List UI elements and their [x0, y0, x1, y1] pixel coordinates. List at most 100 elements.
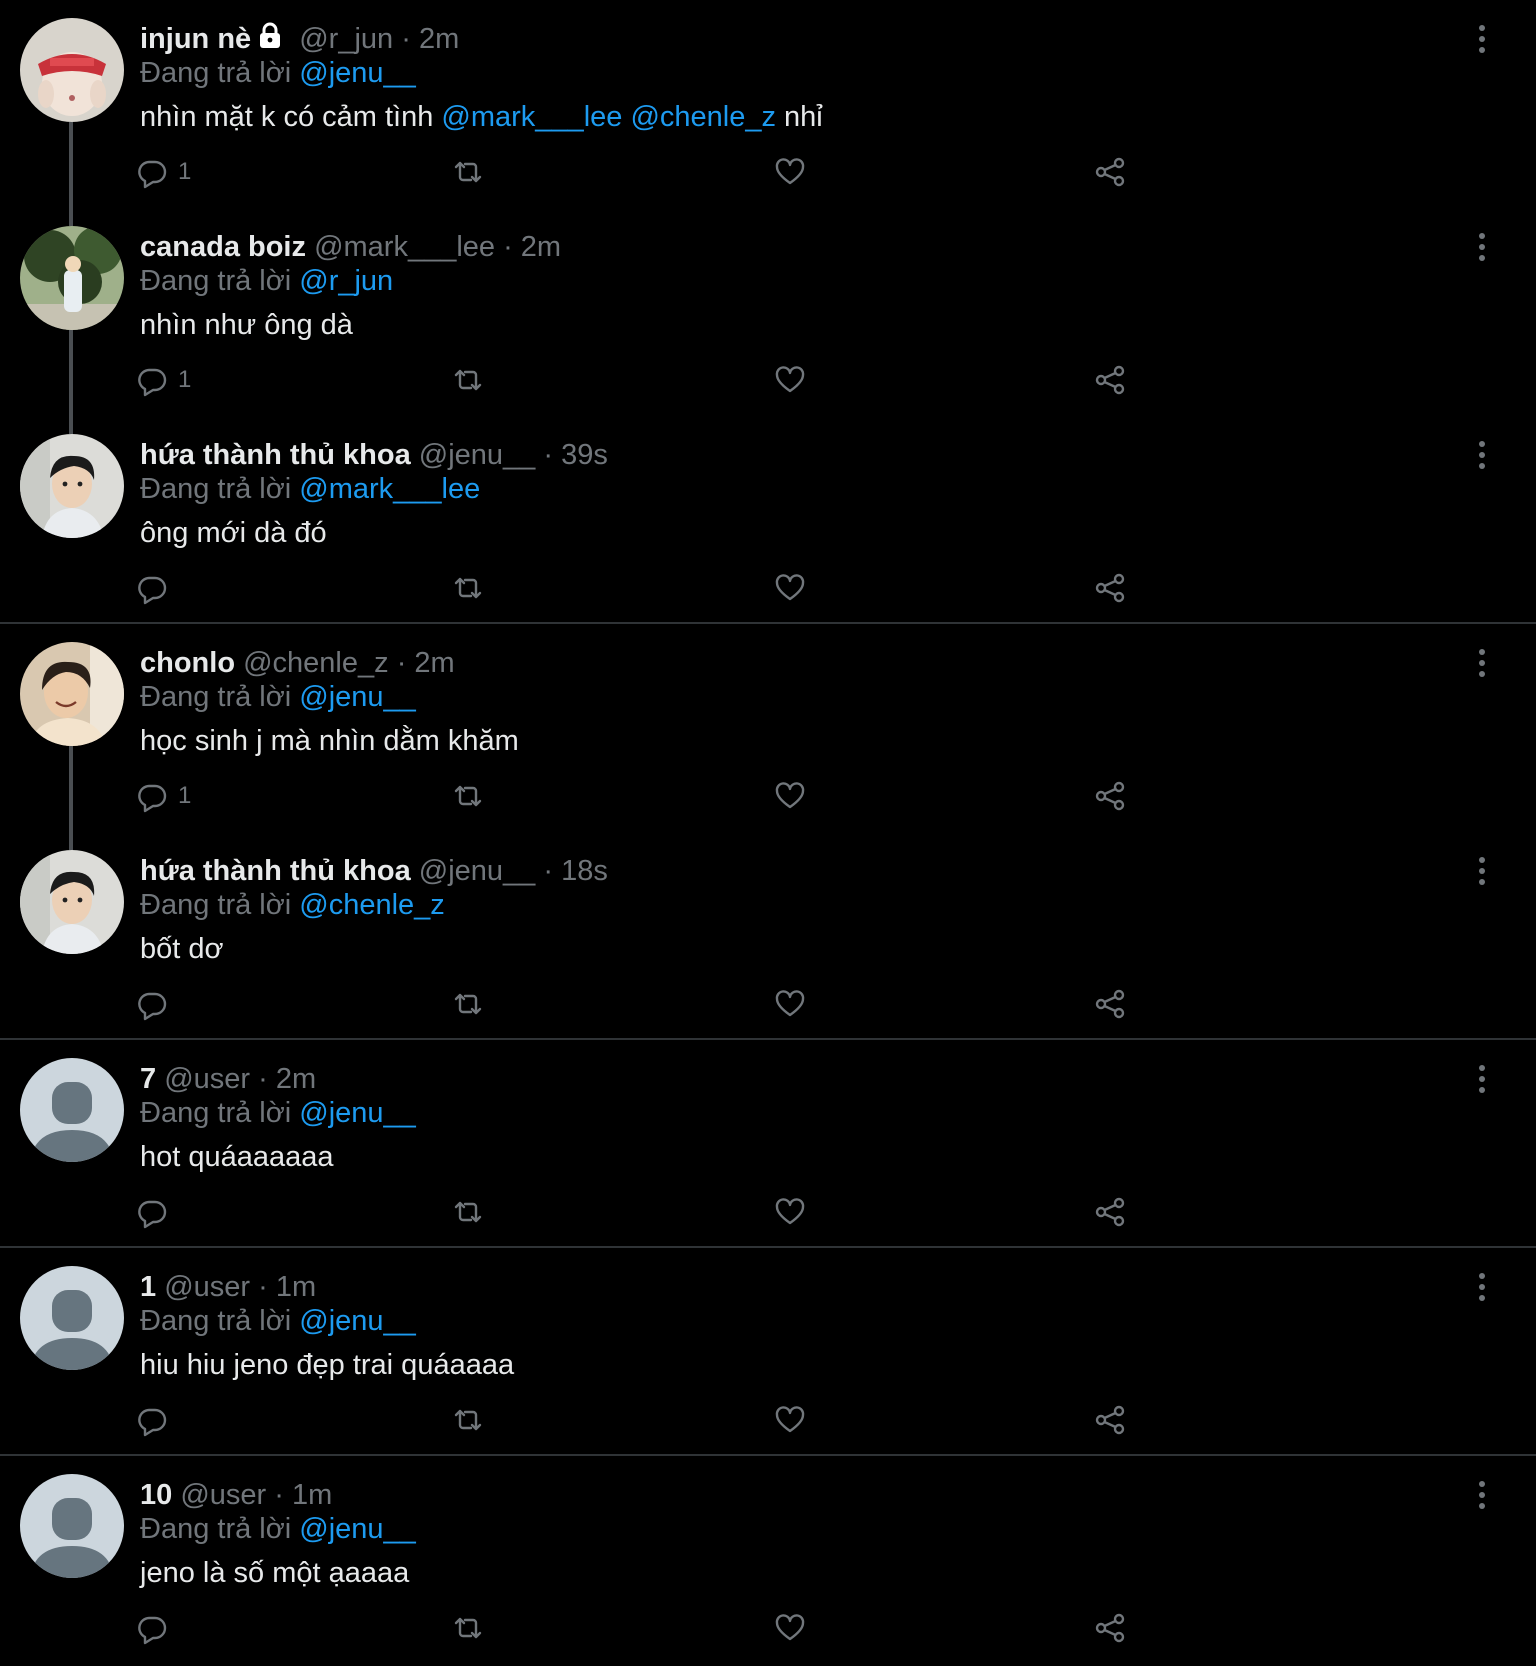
timestamp[interactable]: · 1m: [258, 1271, 316, 1303]
retweet-button[interactable]: [450, 986, 486, 1022]
share-icon: [1095, 989, 1125, 1019]
handle[interactable]: @jenu__: [419, 439, 536, 471]
tweet[interactable]: hứa thành thủ khoa @jenu__ · 39s Đang tr…: [0, 416, 1536, 624]
reply-button[interactable]: [134, 1402, 178, 1438]
share-button[interactable]: [1092, 154, 1128, 190]
avatar-default[interactable]: [20, 1266, 124, 1370]
like-button[interactable]: [772, 154, 808, 190]
avatar-injun[interactable]: [20, 18, 124, 122]
reply-button[interactable]: 1: [134, 362, 191, 398]
handle[interactable]: @user: [164, 1271, 250, 1303]
timestamp[interactable]: · 2m: [258, 1063, 316, 1095]
timestamp[interactable]: · 39s: [543, 439, 607, 471]
reply-button[interactable]: [134, 1610, 178, 1646]
retweet-button[interactable]: [450, 570, 486, 606]
like-button[interactable]: [772, 986, 808, 1022]
replying-to-mention[interactable]: @jenu__: [299, 1305, 416, 1337]
display-name[interactable]: chonlo: [140, 647, 235, 679]
reply-button[interactable]: [134, 1194, 178, 1230]
more-options-icon[interactable]: [1472, 1478, 1492, 1512]
retweet-button[interactable]: [450, 1194, 486, 1230]
like-button[interactable]: [772, 1402, 808, 1438]
retweet-button[interactable]: [450, 1610, 486, 1646]
reply-button[interactable]: [134, 570, 178, 606]
timestamp[interactable]: · 2m: [397, 647, 455, 679]
mention-link[interactable]: @mark___lee: [441, 101, 622, 133]
handle[interactable]: @user: [180, 1479, 266, 1511]
display-name[interactable]: 10: [140, 1479, 172, 1511]
timestamp[interactable]: · 18s: [543, 855, 607, 887]
like-button[interactable]: [772, 1610, 808, 1646]
tweet[interactable]: canada boiz @mark___lee · 2m Đang trả lờ…: [0, 208, 1536, 434]
replying-to-mention[interactable]: @jenu__: [299, 681, 416, 713]
avatar-jenu[interactable]: [20, 434, 124, 538]
avatar-canada-boiz[interactable]: [20, 226, 124, 330]
like-button[interactable]: [772, 1194, 808, 1230]
retweet-button[interactable]: [450, 1402, 486, 1438]
more-options-icon[interactable]: [1472, 438, 1492, 472]
replying-to-mention[interactable]: @jenu__: [299, 1513, 416, 1545]
avatar-chonlo[interactable]: [20, 642, 124, 746]
retweet-button[interactable]: [450, 154, 486, 190]
handle[interactable]: @mark___lee: [314, 231, 495, 263]
share-button[interactable]: [1092, 570, 1128, 606]
more-options-icon[interactable]: [1472, 646, 1492, 680]
more-options-icon[interactable]: [1472, 854, 1492, 888]
like-button[interactable]: [772, 362, 808, 398]
mention-link[interactable]: @chenle_z: [630, 101, 776, 133]
more-options-icon[interactable]: [1472, 230, 1492, 264]
tweet[interactable]: injun nè @r_jun · 2m Đang trả lời @jenu_…: [0, 0, 1536, 226]
display-name[interactable]: canada boiz: [140, 231, 306, 263]
display-name[interactable]: hứa thành thủ khoa: [140, 855, 411, 887]
timestamp[interactable]: · 2m: [503, 231, 561, 263]
retweet-button[interactable]: [450, 362, 486, 398]
tweet-text-segment: nhìn mặt k có cảm tình: [140, 101, 442, 133]
share-button[interactable]: [1092, 1610, 1128, 1646]
replying-to-mention[interactable]: @mark___lee: [299, 473, 480, 505]
tweet[interactable]: 7 @user · 2m Đang trả lời @jenu__ hot qu…: [0, 1040, 1536, 1248]
reply-button[interactable]: 1: [134, 778, 191, 814]
like-button[interactable]: [772, 778, 808, 814]
display-name[interactable]: hứa thành thủ khoa: [140, 439, 411, 471]
reply-button[interactable]: [134, 986, 178, 1022]
avatar-jenu[interactable]: [20, 850, 124, 954]
display-name[interactable]: 7: [140, 1063, 156, 1095]
share-button[interactable]: [1092, 1194, 1128, 1230]
replying-to-mention[interactable]: @jenu__: [299, 57, 416, 89]
share-button[interactable]: [1092, 986, 1128, 1022]
tweet-header: canada boiz @mark___lee · 2m: [140, 230, 561, 264]
replying-to-mention[interactable]: @chenle_z: [299, 889, 445, 921]
handle[interactable]: @chenle_z: [243, 647, 389, 679]
replying-to-mention[interactable]: @r_jun: [299, 265, 393, 297]
tweet[interactable]: hứa thành thủ khoa @jenu__ · 18s Đang tr…: [0, 832, 1536, 1040]
timestamp[interactable]: · 2m: [401, 23, 459, 55]
more-options-icon[interactable]: [1472, 22, 1492, 56]
reply-button[interactable]: 1: [134, 154, 191, 190]
display-name[interactable]: injun nè: [140, 23, 251, 55]
share-button[interactable]: [1092, 362, 1128, 398]
handle[interactable]: @user: [164, 1063, 250, 1095]
more-options-icon[interactable]: [1472, 1270, 1492, 1304]
tweet[interactable]: chonlo @chenle_z · 2m Đang trả lời @jenu…: [0, 624, 1536, 850]
display-name[interactable]: 1: [140, 1271, 156, 1303]
handle[interactable]: @r_jun: [299, 23, 393, 55]
retweet-button[interactable]: [450, 778, 486, 814]
retweet-icon: [454, 577, 482, 599]
reply-icon: [138, 1408, 167, 1437]
tweet-header: 7 @user · 2m: [140, 1062, 316, 1096]
tweet[interactable]: 10 @user · 1m Đang trả lời @jenu__ jeno …: [0, 1456, 1536, 1664]
timestamp[interactable]: · 1m: [274, 1479, 332, 1511]
avatar-default[interactable]: [20, 1474, 124, 1578]
tweet-actions: [138, 1402, 1240, 1438]
handle[interactable]: @jenu__: [419, 855, 536, 887]
share-button[interactable]: [1092, 778, 1128, 814]
avatar-default[interactable]: [20, 1058, 124, 1162]
tweet[interactable]: 1 @user · 1m Đang trả lời @jenu__ hiu hi…: [0, 1248, 1536, 1456]
replying-to-mention[interactable]: @jenu__: [299, 1097, 416, 1129]
like-button[interactable]: [772, 570, 808, 606]
heart-icon: [775, 990, 805, 1017]
more-options-icon[interactable]: [1472, 1062, 1492, 1096]
share-button[interactable]: [1092, 1402, 1128, 1438]
tweet-actions: [138, 1194, 1240, 1230]
tweet-text-segment: hot quáaaaaaa: [140, 1141, 334, 1173]
